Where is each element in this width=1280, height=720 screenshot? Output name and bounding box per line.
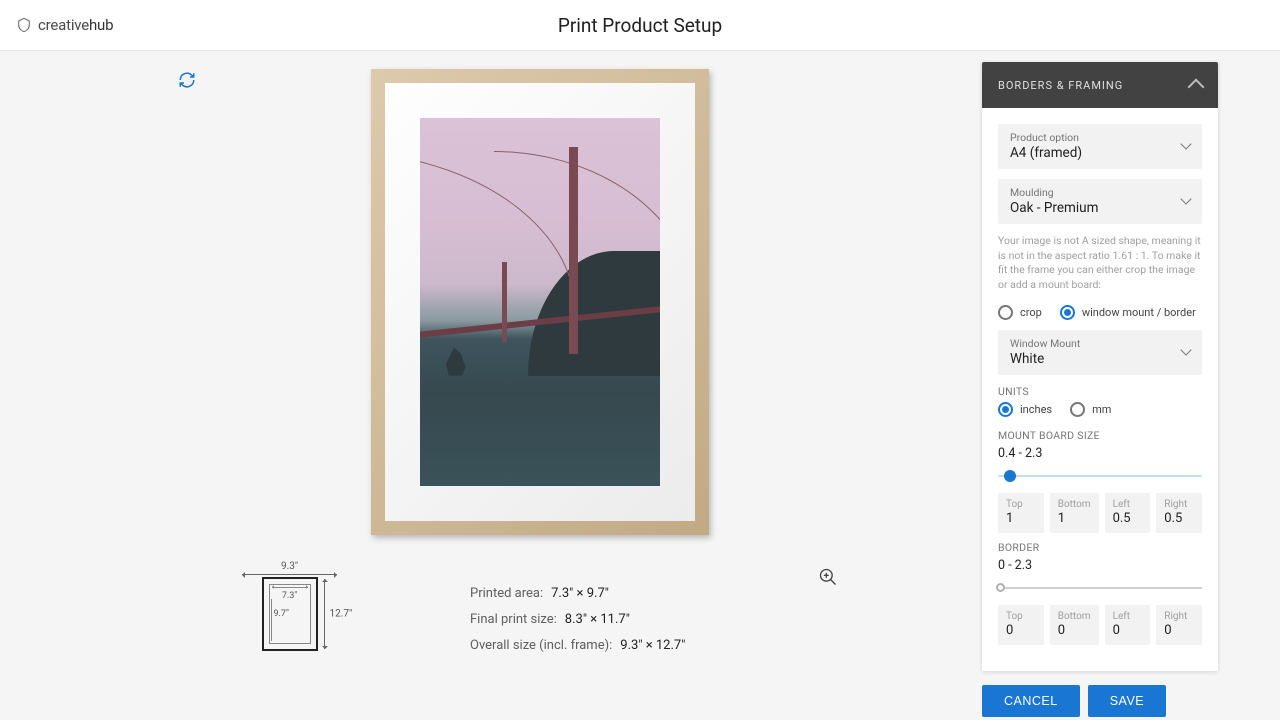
chevron-down-icon [1180,193,1191,204]
fit-mode-radios: crop window mount / border [998,305,1202,320]
radio-inches[interactable]: inches [998,402,1052,417]
border-label: BORDER [998,541,1202,554]
diagram-outer-height: 12.7" [330,609,353,620]
dimension-readout: Printed area: 7.3" × 9.7" Final print si… [470,581,685,659]
moulding-select[interactable]: MouldingOak - Premium [998,179,1202,224]
border-left-input[interactable]: Left0 [1105,605,1151,645]
shield-icon [16,17,32,33]
border-right-input[interactable]: Right0 [1156,605,1202,645]
action-bar: CANCEL SAVE [982,685,1218,717]
units-radios: inches mm [998,402,1202,417]
mount-left-input[interactable]: Left0.5 [1105,493,1151,533]
page-title: Print Product Setup [558,14,722,37]
chevron-up-icon [1188,79,1205,96]
brand-name: creativehub [38,16,113,34]
border-bottom-input[interactable]: Bottom0 [1050,605,1099,645]
diagram-outer-width: 9.3" [242,561,337,572]
mat-preview [385,83,695,521]
radio-crop[interactable]: crop [998,305,1042,320]
panel-title: BORDERS & FRAMING [998,79,1123,92]
app-header: creativehub Print Product Setup [0,0,1280,51]
mount-size-label: MOUNT BOARD SIZE [998,429,1202,442]
radio-window-mount[interactable]: window mount / border [1060,305,1196,320]
zoom-in-icon[interactable] [818,567,838,587]
diagram-inner-width: 7.3" [272,591,308,601]
diagram-frame-box: 7.3" 9.7" 12.7" [262,577,318,651]
mount-right-input[interactable]: Right0.5 [1156,493,1202,533]
border-range: 0 - 2.3 [998,558,1202,573]
borders-framing-panel: BORDERS & FRAMING Product optionA4 (fram… [982,62,1218,671]
radio-mm[interactable]: mm [1070,402,1111,417]
border-slider[interactable] [998,581,1202,595]
save-button[interactable]: SAVE [1088,685,1166,717]
panel-header[interactable]: BORDERS & FRAMING [982,62,1218,108]
aspect-note: Your image is not A sized shape, meaning… [998,234,1202,293]
slider-thumb[interactable] [1004,470,1016,482]
chevron-down-icon [1180,344,1191,355]
chevron-down-icon [1180,138,1191,149]
preview-area: 9.3" 7.3" 9.7" 12.7" Printed area: 7.3" … [0,51,982,720]
brand-logo[interactable]: creativehub [16,16,113,34]
mount-top-input[interactable]: Top1 [998,493,1044,533]
mount-size-range: 0.4 - 2.3 [998,446,1202,461]
border-values: Top0 Bottom0 Left0 Right0 [998,605,1202,645]
size-diagram: 9.3" 7.3" 9.7" 12.7" [242,561,337,651]
window-mount-select[interactable]: Window MountWhite [998,330,1202,375]
mount-values: Top1 Bottom1 Left0.5 Right0.5 [998,493,1202,533]
border-top-input[interactable]: Top0 [998,605,1044,645]
mount-size-slider[interactable] [998,469,1202,483]
cancel-button[interactable]: CANCEL [982,685,1080,717]
mount-bottom-input[interactable]: Bottom1 [1050,493,1099,533]
slider-thumb[interactable] [996,583,1005,592]
refresh-icon[interactable] [178,71,196,89]
frame-preview [371,69,709,535]
diagram-inner-height: 9.7" [274,609,289,619]
units-label: UNITS [998,385,1202,398]
product-option-select[interactable]: Product optionA4 (framed) [998,124,1202,169]
image-preview [420,118,660,486]
